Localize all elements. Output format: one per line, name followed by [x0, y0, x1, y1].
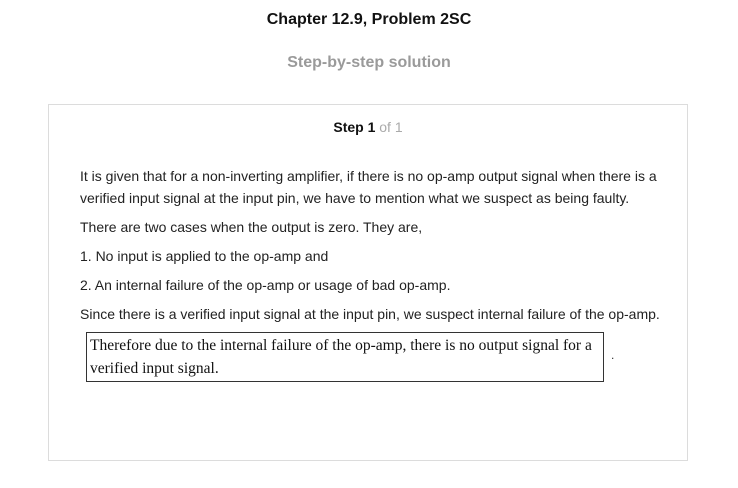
step-header: Step 1 of 1: [49, 119, 687, 135]
step-label: Step 1: [333, 119, 376, 135]
solution-subtitle: Step-by-step solution: [287, 54, 451, 71]
chapter-title: Chapter 12.9, Problem 2SC: [266, 11, 472, 28]
step-count: of 1: [379, 119, 403, 135]
solution-card: Step 1 of 1 It is given that for a non-i…: [48, 104, 688, 461]
answer-box: Therefore due to the internal failure of…: [86, 332, 604, 382]
paragraph-case-2: 2. An internal failure of the op-amp or …: [80, 277, 451, 293]
step-body: It is given that for a non-inverting amp…: [80, 165, 665, 382]
paragraph-case-1: 1. No input is applied to the op-amp and: [80, 248, 329, 264]
answer-trailing-period: .: [611, 348, 615, 362]
paragraph-cases-intro: There are two cases when the output is z…: [80, 219, 423, 235]
paragraph-conclusion: Since there is a verified input signal a…: [80, 306, 660, 322]
answer-wrapper: Therefore due to the internal failure of…: [86, 332, 665, 382]
paragraph-given: It is given that for a non-inverting amp…: [80, 168, 657, 206]
